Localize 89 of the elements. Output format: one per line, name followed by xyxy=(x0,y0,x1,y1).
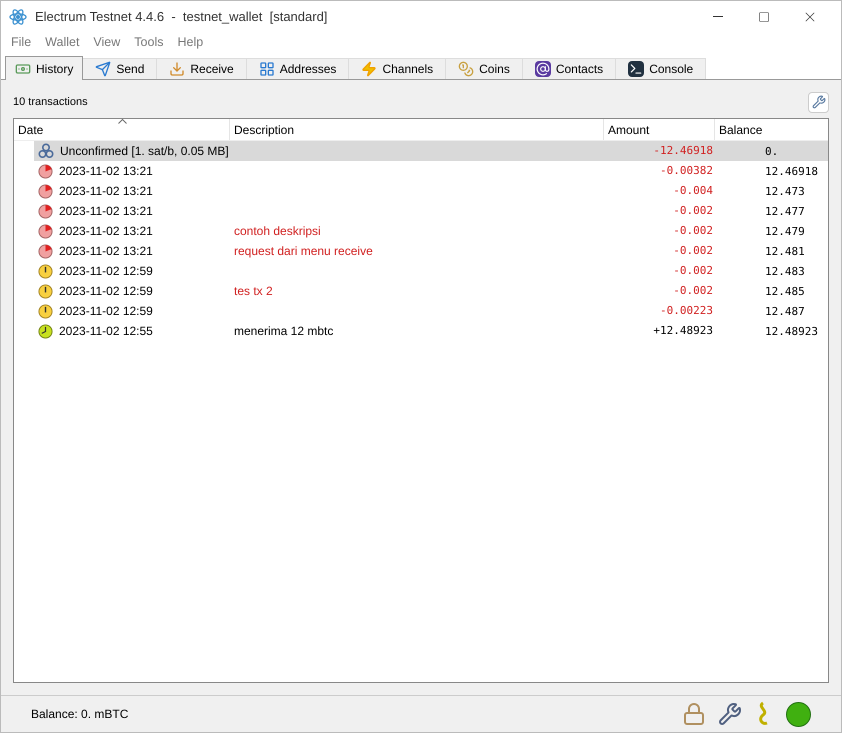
terminal-icon xyxy=(628,61,644,77)
amount-cell-text: -0.002 xyxy=(673,222,713,239)
amount-cell-text: -0.002 xyxy=(673,262,713,279)
transaction-row[interactable]: Unconfirmed [1. sat/b, 0.05 MB] -12.46918 0. xyxy=(34,141,828,161)
amount-cell-text: -0.002 xyxy=(673,282,713,299)
column-header[interactable]: Date xyxy=(14,119,230,140)
balance-cell: 12.477 xyxy=(765,204,805,218)
balance-cell: 12.481 xyxy=(765,244,805,258)
transaction-row[interactable]: 2023-11-02 13:21 -0.002 12.477 xyxy=(34,201,828,221)
clock-icon xyxy=(38,264,53,278)
transaction-row[interactable]: 2023-11-02 13:21 -0.00382 12.46918 xyxy=(34,161,828,181)
amount-cell-text: -0.00223 xyxy=(660,302,713,319)
description-cell: menerima 12 mbtc xyxy=(234,324,334,338)
description-cell: request dari menu receive xyxy=(234,244,373,258)
date-cell-text: 2023-11-02 12:59 xyxy=(59,303,153,320)
date-cell-text: 2023-11-02 12:59 xyxy=(59,283,153,300)
date-cell-text: 2023-11-02 13:21 xyxy=(59,203,153,220)
gears-icon xyxy=(38,143,54,159)
menu-item[interactable]: Help xyxy=(170,33,210,52)
balance-cell: 12.48923 xyxy=(765,324,818,338)
date-cell-text: Unconfirmed [1. sat/b, 0.05 MB] xyxy=(60,143,229,160)
tab[interactable]: Addresses xyxy=(246,58,350,79)
tab[interactable]: Send xyxy=(83,58,158,79)
transaction-row[interactable]: 2023-11-02 13:21 contoh deskripsi -0.002 12.479 xyxy=(34,221,828,241)
clock-icon xyxy=(38,324,53,338)
grid-icon xyxy=(258,61,275,77)
amount-cell-text: -12.46918 xyxy=(653,142,713,159)
tab[interactable]: Channels xyxy=(349,58,446,79)
balance-cell: 12.485 xyxy=(765,284,805,298)
receive-icon xyxy=(169,61,186,77)
balance-cell: 12.46918 xyxy=(765,164,818,178)
balance-cell: 12.473 xyxy=(765,184,805,198)
pie-clock-icon xyxy=(38,204,53,218)
transaction-row[interactable]: 2023-11-02 12:59 -0.002 12.483 xyxy=(34,261,828,281)
menu-item[interactable]: Tools xyxy=(127,33,170,52)
date-cell-text: 2023-11-02 12:59 xyxy=(59,263,153,280)
transaction-count: 10 transactions xyxy=(13,94,88,110)
menu-item[interactable]: File xyxy=(4,33,38,52)
tab[interactable]: Console xyxy=(616,58,706,79)
network-status-icon[interactable] xyxy=(786,702,811,726)
atom-icon xyxy=(9,8,27,26)
pie-clock-icon xyxy=(38,184,53,198)
balance-label: Balance: 0. mBTC xyxy=(31,706,128,723)
paper-plane-icon xyxy=(95,61,112,77)
description-cell: contoh deskripsi xyxy=(234,224,321,238)
transaction-row[interactable]: 2023-11-02 12:55 menerima 12 mbtc +12.48923 12.48923 xyxy=(34,321,828,341)
column-header[interactable]: Amount xyxy=(604,119,715,140)
tools-menu-button[interactable] xyxy=(808,92,829,112)
transaction-row[interactable]: 2023-11-02 12:59 tes tx 2 -0.002 12.485 xyxy=(34,281,828,301)
wrench-icon xyxy=(812,95,826,109)
balance-cell: 0. xyxy=(765,144,778,158)
pie-clock-icon xyxy=(38,244,53,258)
pie-clock-icon xyxy=(38,224,53,238)
tab[interactable]: Contacts xyxy=(522,58,616,79)
lightning-icon xyxy=(361,61,378,77)
date-cell-text: 2023-11-02 13:21 xyxy=(59,223,153,240)
date-cell-text: 2023-11-02 13:21 xyxy=(59,163,153,180)
minimize-icon xyxy=(713,16,723,17)
menu-item[interactable]: Wallet xyxy=(38,33,86,52)
transaction-row[interactable]: 2023-11-02 13:21 -0.004 12.473 xyxy=(34,181,828,201)
column-header[interactable]: Description xyxy=(230,119,604,140)
coins-icon xyxy=(458,61,474,77)
balance-cell: 12.487 xyxy=(765,304,805,318)
maximize-icon xyxy=(758,10,770,22)
tab[interactable]: Receive xyxy=(157,58,247,79)
column-header[interactable]: Balance xyxy=(715,119,828,140)
pie-clock-icon xyxy=(38,164,53,178)
date-cell-text: 2023-11-02 13:21 xyxy=(59,243,153,260)
menu-item[interactable]: View xyxy=(86,33,128,52)
balance-cell: 12.483 xyxy=(765,264,805,278)
date-cell-text: 2023-11-02 12:55 xyxy=(59,323,153,340)
clock-icon xyxy=(38,304,53,318)
window-title: Electrum Testnet 4.4.6 - testnet_wallet [standard] xyxy=(35,8,328,26)
tab[interactable]: History xyxy=(5,56,84,80)
amount-cell-text: -0.002 xyxy=(673,202,713,219)
clock-icon xyxy=(38,284,53,298)
amount-cell-text: -0.00382 xyxy=(660,162,713,179)
amount-cell-text: +12.48923 xyxy=(653,322,713,339)
settings-icon[interactable] xyxy=(718,702,742,726)
date-cell-text: 2023-11-02 13:21 xyxy=(59,183,153,200)
at-sign-icon xyxy=(534,61,551,77)
amount-cell-text: -0.004 xyxy=(673,182,713,199)
transaction-row[interactable]: 2023-11-02 13:21 request dari menu receive -0.002 12.481 xyxy=(34,241,828,261)
lock-icon[interactable] xyxy=(682,702,706,726)
amount-cell-text: -0.002 xyxy=(673,242,713,259)
balance-cell: 12.479 xyxy=(765,224,805,238)
transaction-row[interactable]: 2023-11-02 12:59 -0.00223 12.487 xyxy=(34,301,828,321)
tab[interactable]: Coins xyxy=(446,58,523,79)
description-cell: tes tx 2 xyxy=(234,284,273,298)
